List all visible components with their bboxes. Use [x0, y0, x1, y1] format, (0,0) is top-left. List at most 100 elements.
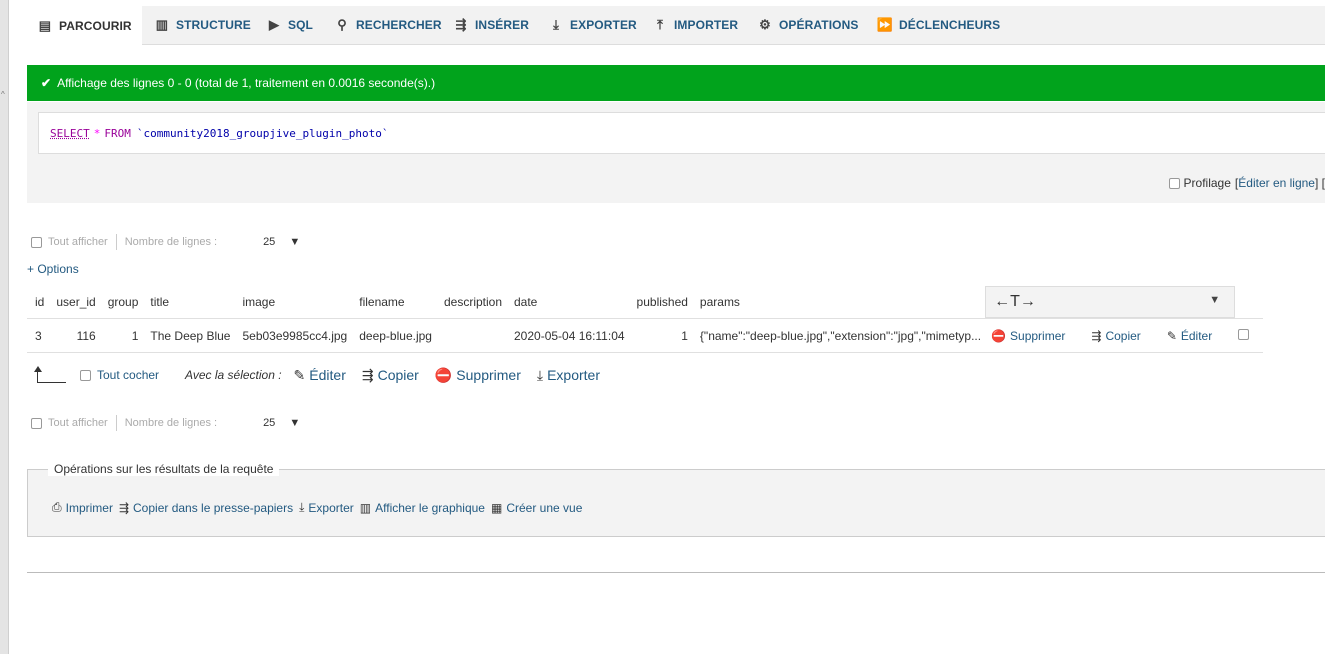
pencil-icon: ✎: [293, 366, 306, 383]
tab-export[interactable]: ⤓ Exporter: [548, 6, 637, 44]
column-header-image[interactable]: image: [234, 286, 351, 319]
divider-line: [27, 572, 1325, 573]
bulk-copy-button[interactable]: ⇶ Copier: [362, 367, 419, 384]
collapse-caret-icon[interactable]: ^: [1, 90, 5, 99]
row-checkbox[interactable]: [1238, 328, 1250, 340]
delete-icon: ⛔: [434, 366, 453, 383]
export-icon: ⤓: [553, 17, 559, 32]
column-visibility-menu[interactable]: ←T→ ▼: [985, 286, 1236, 318]
rows-label: Nombre de lignes :: [124, 236, 218, 248]
row-delete-label: Supprimer: [1010, 328, 1066, 343]
cell-date: 2020-05-04 16:11:04: [506, 318, 629, 353]
column-header-filename[interactable]: filename: [351, 286, 436, 319]
tab-label: Déclencheurs: [899, 18, 1001, 32]
print-label: Imprimer: [65, 500, 113, 515]
column-header-group[interactable]: group: [100, 286, 143, 319]
cell-id: 3: [27, 318, 49, 353]
sql-icon: ▶: [268, 17, 280, 32]
cell-filename: deep-blue.jpg: [351, 318, 436, 353]
bulk-delete-button[interactable]: ⛔ Supprimer: [435, 367, 521, 384]
divider: [115, 415, 117, 431]
bulk-delete-label: Supprimer: [456, 367, 521, 383]
column-header-published[interactable]: published: [629, 286, 692, 319]
left-panel-edge[interactable]: ^: [0, 0, 9, 654]
profiling-checkbox[interactable]: [1168, 177, 1180, 189]
export-label: Exporter: [308, 500, 354, 515]
cell-title: The Deep Blue: [142, 318, 235, 353]
show-all-checkbox[interactable]: [31, 236, 42, 248]
rows-select[interactable]: 25 ▼: [263, 417, 300, 429]
rows-select[interactable]: 25 ▼: [263, 236, 300, 248]
column-header-params[interactable]: params: [692, 286, 985, 319]
query-results-operations: Opérations sur les résultats de la requê…: [27, 462, 1325, 537]
sql-table-name: `community2018_groupjive_plugin_photo`: [136, 126, 389, 140]
rows-value: 25: [263, 236, 276, 248]
operations-legend: Opérations sur les résultats de la requê…: [48, 462, 280, 476]
export-icon: ⤓: [536, 366, 544, 383]
check-all-label[interactable]: Tout cocher: [97, 368, 159, 382]
tab-import[interactable]: ⤒ Importer: [652, 6, 738, 44]
sql-star: *: [93, 126, 101, 140]
tab-triggers[interactable]: ⏩ Déclencheurs: [877, 6, 1000, 44]
tab-label: Importer: [674, 18, 739, 32]
sql-query-area: SELECT * FROM `community2018_groupjive_p…: [27, 102, 1325, 203]
tab-label: Structure: [176, 18, 251, 32]
bulk-copy-label: Copier: [377, 367, 419, 383]
display-chart-label: Afficher le graphique: [375, 500, 485, 515]
column-header-title[interactable]: title: [142, 286, 234, 319]
show-all-label: Tout afficher: [48, 236, 108, 248]
check-all-checkbox[interactable]: [80, 369, 91, 381]
tab-structure[interactable]: ▥ Structure: [154, 6, 251, 44]
bottom-navigation: Tout afficher Nombre de lignes : 25 ▼: [31, 413, 300, 433]
results-table: id user_id group title image filename de…: [27, 286, 1264, 353]
chevron-down-icon: ▼: [289, 417, 301, 429]
chevron-down-icon: ▼: [289, 236, 301, 248]
arrow-up-icon: [34, 365, 66, 383]
view-icon: ▦: [490, 500, 503, 515]
divider: [115, 234, 117, 250]
sql-keyword-select[interactable]: SELECT: [50, 127, 90, 140]
row-copy-button[interactable]: ⇶ Copier: [1091, 329, 1140, 343]
copy-icon: ⇶: [361, 366, 374, 383]
bulk-edit-label: Éditer: [309, 367, 346, 383]
delete-icon: ⛔: [991, 328, 1007, 343]
printer-icon: ⎙: [52, 500, 62, 514]
cell-published: 1: [628, 318, 692, 353]
column-header-user-id[interactable]: user_id: [48, 286, 99, 319]
tab-insert[interactable]: ⇶ Insérer: [453, 6, 529, 44]
row-edit-label: Éditer: [1180, 328, 1213, 343]
rows-value: 25: [263, 417, 276, 429]
edit-inline-link[interactable]: Éditer en ligne: [1238, 176, 1315, 190]
tab-search[interactable]: ⚲ Rechercher: [334, 6, 442, 44]
tab-browse[interactable]: ▤ Parcourir: [27, 6, 142, 45]
tab-operations[interactable]: ⚙ Opérations: [757, 6, 858, 44]
profiling-label: Profilage: [1183, 176, 1231, 190]
copy-clipboard-link[interactable]: ⇶ Copier dans le presse-papiers: [119, 500, 293, 515]
cell-group: 1: [99, 318, 143, 353]
import-icon: ⤒: [657, 17, 663, 32]
print-link[interactable]: ⎙ Imprimer: [52, 500, 113, 515]
sql-query-display[interactable]: SELECT * FROM `community2018_groupjive_p…: [38, 112, 1325, 154]
options-link[interactable]: + Options: [27, 262, 79, 276]
show-all-checkbox[interactable]: [31, 417, 42, 429]
column-resize-icon: ←T→: [994, 293, 1036, 310]
row-delete-button[interactable]: ⛔ Supprimer: [991, 329, 1065, 343]
display-chart-link[interactable]: ▥ Afficher le graphique: [360, 500, 485, 515]
create-view-link[interactable]: ▦ Créer une vue: [491, 500, 582, 515]
bulk-export-button[interactable]: ⤓ Exporter: [537, 367, 600, 384]
tab-sql[interactable]: ▶ SQL: [266, 6, 313, 44]
cell-description: [435, 318, 506, 353]
export-link[interactable]: ⤓ Exporter: [299, 500, 354, 515]
copy-clipboard-label: Copier dans le presse-papiers: [133, 500, 294, 515]
trigger-icon: ⏩: [876, 17, 894, 32]
row-edit-button[interactable]: ✎ Éditer: [1167, 329, 1212, 343]
bracket-close: ] [: [1314, 176, 1325, 190]
column-header-id[interactable]: id: [27, 286, 48, 319]
pencil-icon: ✎: [1166, 328, 1177, 343]
profiling-row: Profilage [ Éditer en ligne ] [: [1168, 176, 1325, 190]
table-icon: ▤: [38, 17, 52, 33]
bulk-edit-button[interactable]: ✎ Éditer: [294, 367, 346, 384]
top-navigation: Tout afficher Nombre de lignes : 25 ▼: [31, 232, 300, 252]
column-header-description[interactable]: description: [436, 286, 506, 319]
column-header-date[interactable]: date: [506, 286, 629, 319]
